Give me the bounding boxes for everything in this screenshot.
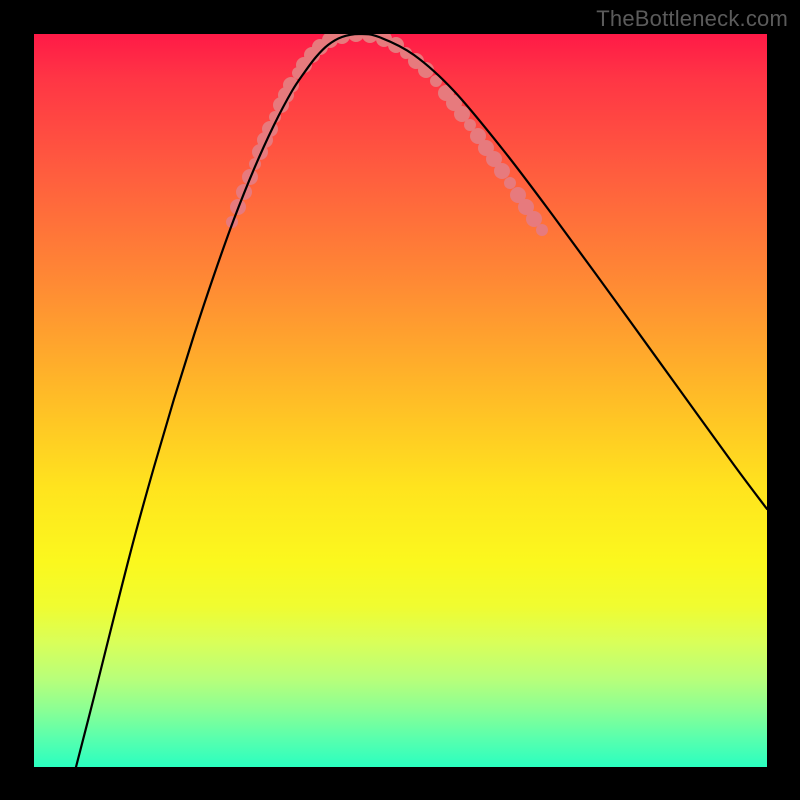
marker-dot	[504, 177, 516, 189]
bottleneck-curve	[76, 34, 767, 767]
marker-dot	[494, 163, 510, 179]
highlight-markers	[226, 34, 548, 236]
plot-area	[34, 34, 767, 767]
chart-frame: TheBottleneck.com	[0, 0, 800, 800]
marker-dot	[536, 224, 548, 236]
watermark-text: TheBottleneck.com	[596, 6, 788, 32]
curve-layer	[34, 34, 767, 767]
